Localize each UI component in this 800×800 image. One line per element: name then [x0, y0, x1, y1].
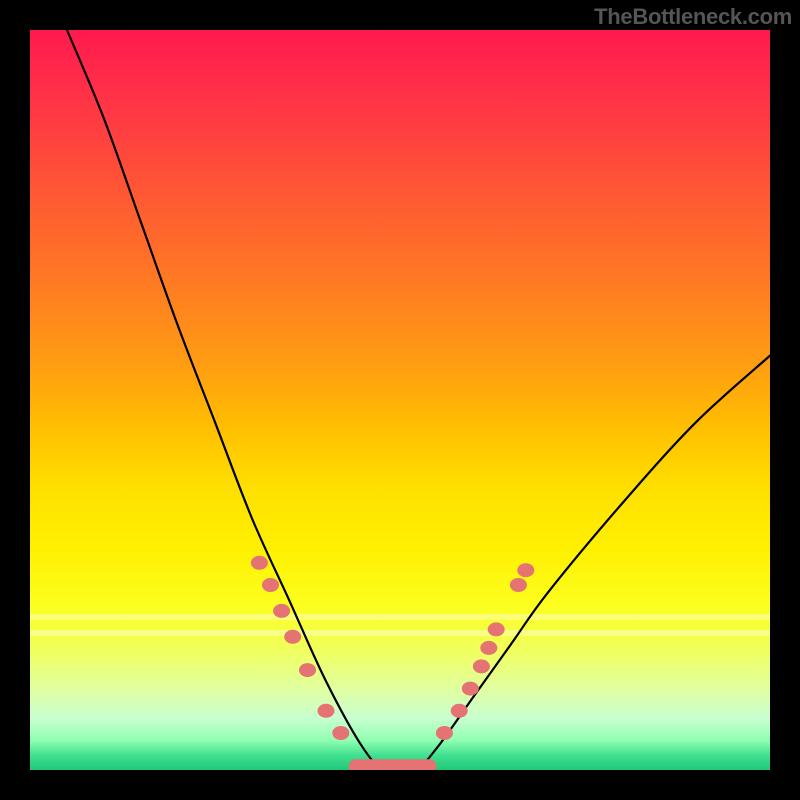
- bead-marker: [262, 578, 279, 592]
- bead-marker: [251, 556, 268, 570]
- bead-marker: [451, 704, 468, 718]
- bead-marker: [462, 682, 479, 696]
- bead-marker: [517, 563, 534, 577]
- curve-svg: [30, 30, 770, 770]
- bottleneck-curve: [67, 30, 770, 770]
- bead-marker: [332, 726, 349, 740]
- watermark-text: TheBottleneck.com: [594, 4, 792, 30]
- bead-marker: [299, 663, 316, 677]
- bead-marker: [318, 704, 335, 718]
- bead-marker: [436, 726, 453, 740]
- bead-marker: [284, 630, 301, 644]
- bead-marker: [510, 578, 527, 592]
- bead-marker: [273, 604, 290, 618]
- bead-marker: [488, 622, 505, 636]
- bead-marker: [473, 659, 490, 673]
- bead-marker: [480, 641, 497, 655]
- beads-left-group: [251, 556, 349, 740]
- beads-right-group: [436, 563, 534, 740]
- plot-area: [30, 30, 770, 770]
- chart-frame: TheBottleneck.com: [0, 0, 800, 800]
